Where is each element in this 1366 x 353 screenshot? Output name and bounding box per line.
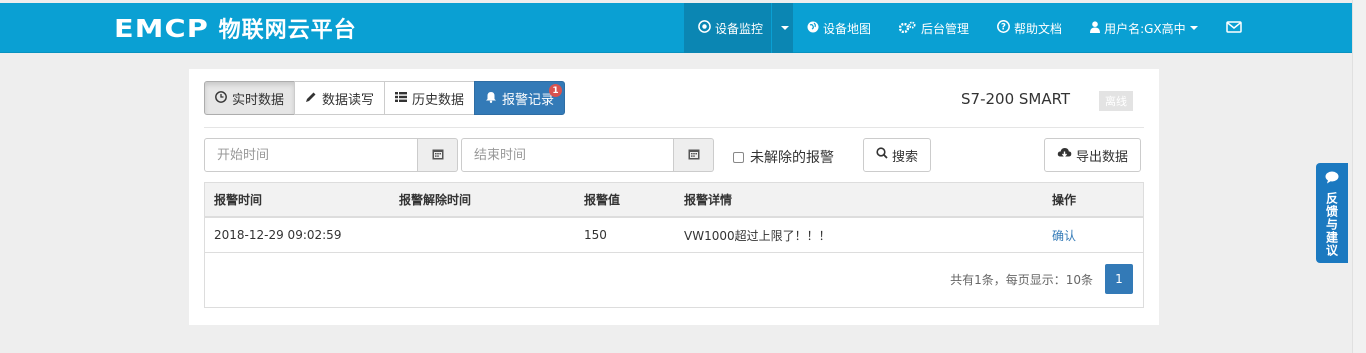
- nav-item-messages[interactable]: [1212, 3, 1256, 53]
- divider: [204, 127, 1144, 128]
- nav-item-label: 设备监控: [715, 21, 764, 36]
- nav-item-user[interactable]: 用户名:GX高中: [1076, 3, 1212, 53]
- alarm-panel: 实时数据 数据读写 历史数据 报警记录 1 S7-200 SMART 离线 开始…: [189, 69, 1159, 325]
- caret-down-icon: [1189, 26, 1198, 30]
- tab-history-data[interactable]: 历史数据: [384, 81, 476, 115]
- nav-menu: 设备监控 设备地图 后台管理 ? 帮助文档 用户名:GX高中: [684, 3, 1256, 53]
- search-icon: [876, 147, 888, 163]
- user-icon: [1090, 20, 1101, 36]
- dropdown-toggle[interactable]: [771, 3, 793, 53]
- column-header: 报警值: [584, 193, 621, 207]
- start-calendar-button[interactable]: [418, 138, 458, 172]
- brand[interactable]: EMCP 物联网云平台: [114, 13, 357, 44]
- table-row: 2018-12-29 09:02:59 150 VW1000超过上限了！！！ 确…: [205, 218, 1143, 253]
- end-calendar-button[interactable]: [674, 138, 714, 172]
- column-header: 报警时间: [214, 193, 263, 207]
- calendar-icon: [432, 148, 444, 163]
- nav-item-device-monitor[interactable]: 设备监控: [684, 3, 794, 53]
- comment-icon: [1325, 171, 1339, 188]
- search-button[interactable]: 搜索: [863, 138, 932, 172]
- feedback-label: 反馈与建议: [1324, 192, 1339, 257]
- nav-item-device-map[interactable]: 设备地图: [793, 3, 885, 53]
- list-icon: [395, 91, 408, 106]
- view-tabs: 实时数据 数据读写 历史数据 报警记录 1: [204, 81, 566, 115]
- end-time-group: [461, 138, 714, 172]
- unresolved-checkbox[interactable]: [733, 151, 744, 163]
- export-label: 导出数据: [1076, 149, 1129, 165]
- feedback-tab[interactable]: 反馈与建议: [1316, 163, 1348, 263]
- search-label: 搜索: [892, 149, 919, 165]
- alarm-count-badge: 1: [549, 84, 563, 97]
- nav-item-label: 设备地图: [823, 21, 872, 36]
- device-status-badge: 离线: [1099, 91, 1133, 111]
- nav-item-admin[interactable]: 后台管理: [885, 3, 983, 53]
- column-header: 操作: [1052, 193, 1077, 207]
- tab-data-read-write[interactable]: 数据读写: [294, 81, 386, 115]
- table-header: 报警时间 报警解除时间 报警值 报警详情 操作: [205, 183, 1143, 218]
- eye-icon: [698, 20, 711, 36]
- tab-label: 报警记录: [502, 92, 555, 108]
- pagination-info: 共有1条，每页显示：10条: [950, 273, 1093, 287]
- globe-icon: [807, 21, 819, 36]
- device-name: S7-200 SMART: [961, 90, 1071, 108]
- page-button-1[interactable]: 1: [1105, 264, 1133, 294]
- envelope-icon: [1225, 20, 1242, 36]
- tab-realtime-data[interactable]: 实时数据: [204, 81, 296, 115]
- nav-item-label: 帮助文档: [1014, 21, 1063, 36]
- brand-logo: EMCP: [114, 13, 210, 43]
- clock-icon: [215, 90, 227, 106]
- nav-item-label: 用户名:GX高中: [1104, 21, 1186, 36]
- caret-down-icon: [780, 26, 789, 30]
- alarm-time-cell: 2018-12-29 09:02:59: [214, 228, 342, 242]
- alarm-table: 报警时间 报警解除时间 报警值 报警详情 操作 2018-12-29 09:02…: [204, 182, 1144, 308]
- tab-label: 历史数据: [412, 92, 465, 108]
- pencil-icon: [305, 91, 317, 106]
- nav-item-label: 后台管理: [921, 21, 970, 36]
- cloud-download-icon: [1057, 147, 1072, 163]
- confirm-link[interactable]: 确认: [1052, 218, 1076, 252]
- tab-label: 数据读写: [322, 92, 375, 108]
- question-icon: ?: [997, 20, 1010, 36]
- calendar-icon: [688, 148, 700, 163]
- start-time-input[interactable]: [204, 138, 418, 172]
- start-time-group: [204, 138, 458, 172]
- svg-text:?: ?: [1001, 23, 1006, 33]
- export-button[interactable]: 导出数据: [1044, 138, 1142, 172]
- unresolved-alarm-filter[interactable]: 未解除的报警: [733, 147, 834, 167]
- tab-label: 实时数据: [232, 92, 285, 108]
- nav-item-help[interactable]: ? 帮助文档: [983, 3, 1076, 53]
- gears-icon: [898, 21, 917, 36]
- column-header: 报警详情: [684, 193, 733, 207]
- end-time-input[interactable]: [461, 138, 674, 172]
- alarm-detail-cell: VW1000超过上限了！！！: [684, 228, 831, 243]
- alarm-value-cell: 150: [584, 228, 607, 242]
- column-header: 报警解除时间: [399, 193, 472, 207]
- bell-icon: [485, 91, 497, 106]
- tab-alarm-records[interactable]: 报警记录 1: [474, 81, 566, 115]
- page-scrollbar[interactable]: [1352, 0, 1366, 353]
- unresolved-label: 未解除的报警: [750, 150, 834, 166]
- top-navbar: EMCP 物联网云平台 设备监控 设备地图 后台管理 ? 帮助文档 用户名:GX…: [0, 3, 1352, 53]
- brand-title: 物联网云平台: [218, 18, 357, 43]
